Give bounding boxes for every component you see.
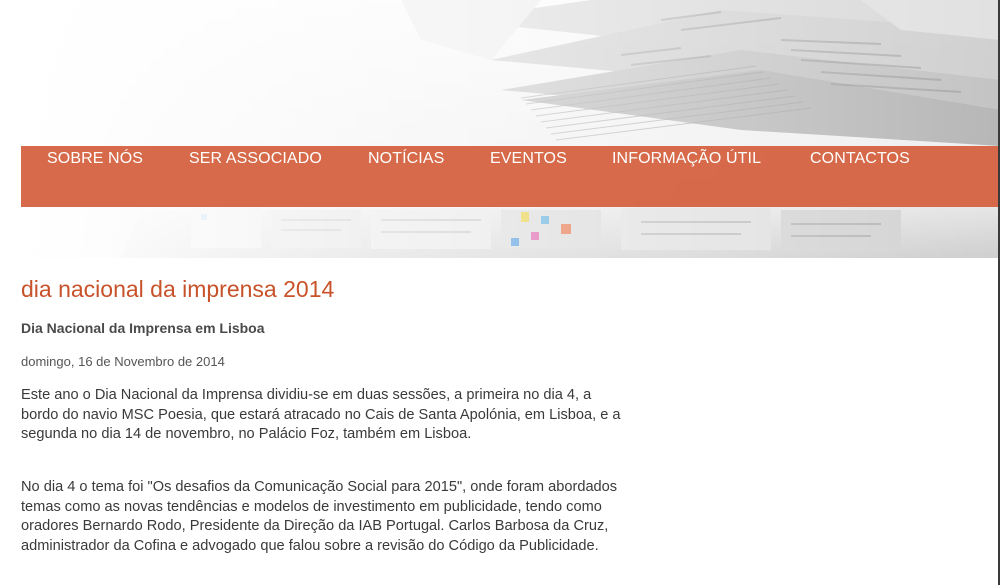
nav-item-eventos[interactable]: EVENTOS (490, 150, 567, 168)
page-title: dia nacional da imprensa 2014 (21, 276, 335, 302)
nav-item-informacao-util[interactable]: INFORMAÇÃO ÚTIL (612, 150, 761, 168)
article-heading: Dia Nacional da Imprensa em Lisboa (21, 320, 265, 336)
article-paragraph: Este ano o Dia Nacional da Imprensa divi… (21, 387, 621, 442)
nav-item-ser-associado[interactable]: SER ASSOCIADO (189, 150, 322, 168)
nav-item-contactos[interactable]: CONTACTOS (810, 150, 910, 168)
main-nav: SOBRE NÓS SER ASSOCIADO NOTÍCIAS EVENTOS… (21, 146, 998, 207)
nav-item-noticias[interactable]: NOTÍCIAS (368, 150, 444, 168)
left-gutter (0, 0, 21, 585)
header-banner: SOBRE NÓS SER ASSOCIADO NOTÍCIAS EVENTOS… (21, 0, 998, 258)
nav-item-sobre-nos[interactable]: SOBRE NÓS (47, 150, 143, 168)
article-paragraph: No dia 4 o tema foi "Os desafios da Comu… (21, 479, 618, 554)
page: SOBRE NÓS SER ASSOCIADO NOTÍCIAS EVENTOS… (0, 0, 1000, 585)
newspapers-stack-image (21, 0, 998, 258)
article-date: domingo, 16 de Novembro de 2014 (21, 354, 225, 369)
